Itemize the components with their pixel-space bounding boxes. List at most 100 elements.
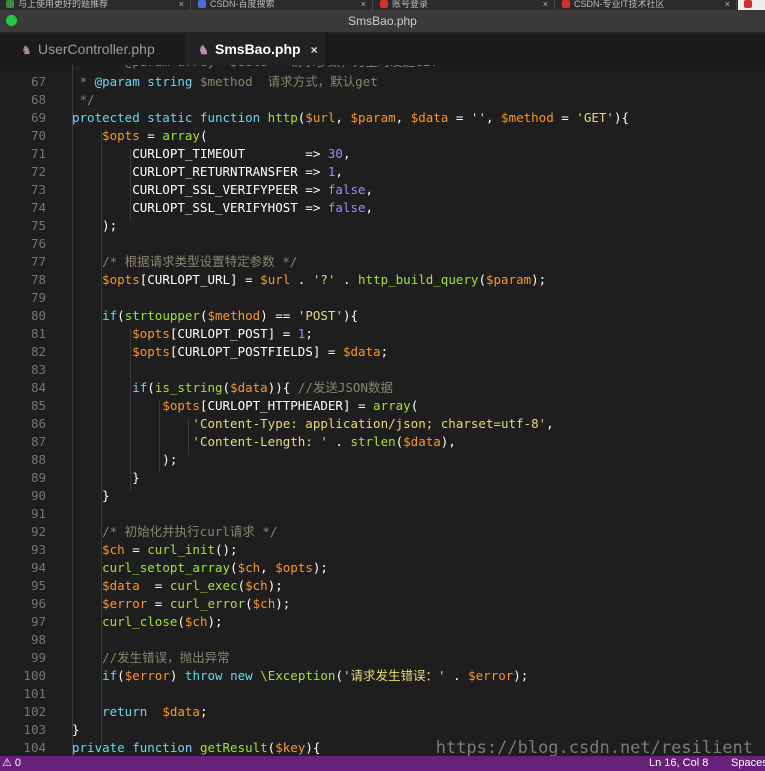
code-line[interactable]: 94 curl_setopt_array($ch, $opts);	[0, 559, 765, 577]
code-token: $ch	[245, 578, 268, 593]
code-line[interactable]: 78 $opts[CURLOPT_URL] = $url . '?' . htt…	[0, 271, 765, 289]
elephant-icon: ♞	[21, 43, 32, 57]
close-icon[interactable]: ×	[311, 43, 318, 57]
status-bar: ⚠ 0 Ln 16, Col 8 Spaces	[0, 756, 765, 771]
code-line[interactable]: 85 $opts[CURLOPT_HTTPHEADER] = array(	[0, 397, 765, 415]
code-token: .	[327, 434, 351, 449]
code-line[interactable]: 86 'Content-Type: application/json; char…	[0, 415, 765, 433]
csdn-favicon-icon	[562, 0, 570, 8]
code-line[interactable]: 69 protected static function http($url, $…	[0, 109, 765, 127]
code-token: (	[117, 308, 125, 323]
code-text: );	[72, 451, 177, 469]
code-token: $ch	[252, 596, 276, 611]
code-line[interactable]: 97 curl_close($ch);	[0, 613, 765, 631]
code-token: array	[162, 128, 200, 143]
code-line[interactable]: 67 * @param string $method 请求方式，默认get	[0, 73, 765, 91]
tab-usercontroller[interactable]: ♞ UserController.php	[0, 33, 185, 65]
tab-smsbao[interactable]: ♞ SmsBao.php ×	[185, 33, 325, 65]
browser-tab[interactable]	[738, 0, 765, 10]
line-number: 87	[30, 434, 46, 449]
code-line[interactable]: 77 /* 根据请求类型设置特定参数 */	[0, 253, 765, 271]
code-line[interactable]: 72 CURLOPT_RETURNTRANSFER => 1,	[0, 163, 765, 181]
line-number: 99	[30, 650, 46, 665]
code-line[interactable]: 74 CURLOPT_SSL_VERIFYHOST => false,	[0, 199, 765, 217]
code-token: $opts	[162, 398, 200, 413]
code-line[interactable]: 88 );	[0, 451, 765, 469]
code-text: return $data;	[72, 703, 208, 721]
close-icon[interactable]: ×	[725, 0, 730, 9]
code-token: $ch	[102, 542, 125, 557]
code-line[interactable]: 70 $opts = array(	[0, 127, 765, 145]
line-number: 89	[30, 470, 46, 485]
code-line[interactable]: 80 if(strtoupper($method) == 'POST'){	[0, 307, 765, 325]
elephant-icon: ♞	[198, 43, 209, 57]
code-text: $data = curl_exec($ch);	[72, 577, 283, 595]
code-line[interactable]: 100 if($error) throw new \Exception('请求发…	[0, 667, 765, 685]
browser-tab[interactable]: CSDN-百度搜索 ×	[192, 0, 373, 10]
code-line[interactable]: 68 */	[0, 91, 765, 109]
close-icon[interactable]: ×	[361, 0, 366, 9]
code-line[interactable]: 101	[0, 685, 765, 703]
browser-tab[interactable]: CSDN-专业IT技术社区 ×	[556, 0, 737, 10]
code-line[interactable]: 103}	[0, 721, 765, 739]
close-icon[interactable]: ×	[543, 0, 548, 9]
indentation-setting[interactable]: Spaces	[731, 756, 765, 771]
line-number: 67	[30, 74, 46, 89]
browser-tab[interactable]: 与上使用更好的题推荐 ×	[0, 0, 191, 10]
code-line[interactable]: 91	[0, 505, 765, 523]
code-token: ;	[199, 704, 208, 719]
code-line[interactable]: 76	[0, 235, 765, 253]
line-number: 92	[30, 524, 46, 539]
code-token: (	[230, 560, 238, 575]
code-token: CURLOPT_SSL_VERIFYPEER =>	[72, 182, 328, 197]
code-line[interactable]: 89 }	[0, 469, 765, 487]
code-token: ,	[485, 110, 502, 125]
code-token: (	[147, 380, 155, 395]
code-text: $opts[CURLOPT_URL] = $url . '?' . http_b…	[72, 271, 546, 289]
code-text: CURLOPT_TIMEOUT => 30,	[72, 145, 350, 163]
code-line[interactable]: 98	[0, 631, 765, 649]
code-token: (	[335, 668, 343, 683]
code-line[interactable]: 75 );	[0, 217, 765, 235]
line-number: 91	[30, 506, 46, 521]
code-token: );	[72, 218, 118, 233]
line-number: 83	[30, 362, 46, 377]
code-line[interactable]: 95 $data = curl_exec($ch);	[0, 577, 765, 595]
code-line[interactable]: 99 //发生错误，抛出异常	[0, 649, 765, 667]
browser-tab[interactable]: 账号登录 ×	[374, 0, 555, 10]
code-line[interactable]: 90 }	[0, 487, 765, 505]
code-line[interactable]: 82 $opts[CURLOPT_POSTFIELDS] = $data;	[0, 343, 765, 361]
code-line[interactable]: 93 $ch = curl_init();	[0, 541, 765, 559]
problems-indicator[interactable]: ⚠ 0	[2, 756, 21, 771]
code-token: [CURLOPT_POSTFIELDS] =	[169, 344, 343, 359]
code-token: getResult	[199, 740, 268, 755]
page-favicon-icon	[6, 0, 14, 8]
code-text: curl_setopt_array($ch, $opts);	[72, 559, 328, 577]
code-token: $data	[403, 434, 441, 449]
code-token: )){	[267, 380, 298, 395]
code-line[interactable]: 102 return $data;	[0, 703, 765, 721]
code-line[interactable]: 79	[0, 289, 765, 307]
code-token: ,	[342, 146, 351, 161]
line-number: 73	[30, 182, 46, 197]
code-line[interactable]: 96 $error = curl_error($ch);	[0, 595, 765, 613]
code-line[interactable]: 73 CURLOPT_SSL_VERIFYPEER => false,	[0, 181, 765, 199]
code-token: ){	[613, 110, 630, 125]
code-line[interactable]: 81 $opts[CURLOPT_POST] = 1;	[0, 325, 765, 343]
code-token: }	[72, 722, 80, 737]
code-line[interactable]: 92 /* 初始化并执行curl请求 */	[0, 523, 765, 541]
editor-tab-bar: ♞ UserController.php ♞ SmsBao.php ×	[0, 33, 765, 65]
line-number: 74	[30, 200, 46, 215]
code-line[interactable]: 71 CURLOPT_TIMEOUT => 30,	[0, 145, 765, 163]
code-editor[interactable]: * @param array $data 请求参数，为空时发送GET 67 * …	[0, 65, 765, 756]
close-icon[interactable]: ×	[179, 0, 184, 9]
code-line[interactable]: 83	[0, 361, 765, 379]
code-line[interactable]: 84 if(is_string($data)){ //发送JSON数据	[0, 379, 765, 397]
code-line[interactable]: 87 'Content-Length: ' . strlen($data),	[0, 433, 765, 451]
cursor-position[interactable]: Ln 16, Col 8	[649, 756, 708, 771]
